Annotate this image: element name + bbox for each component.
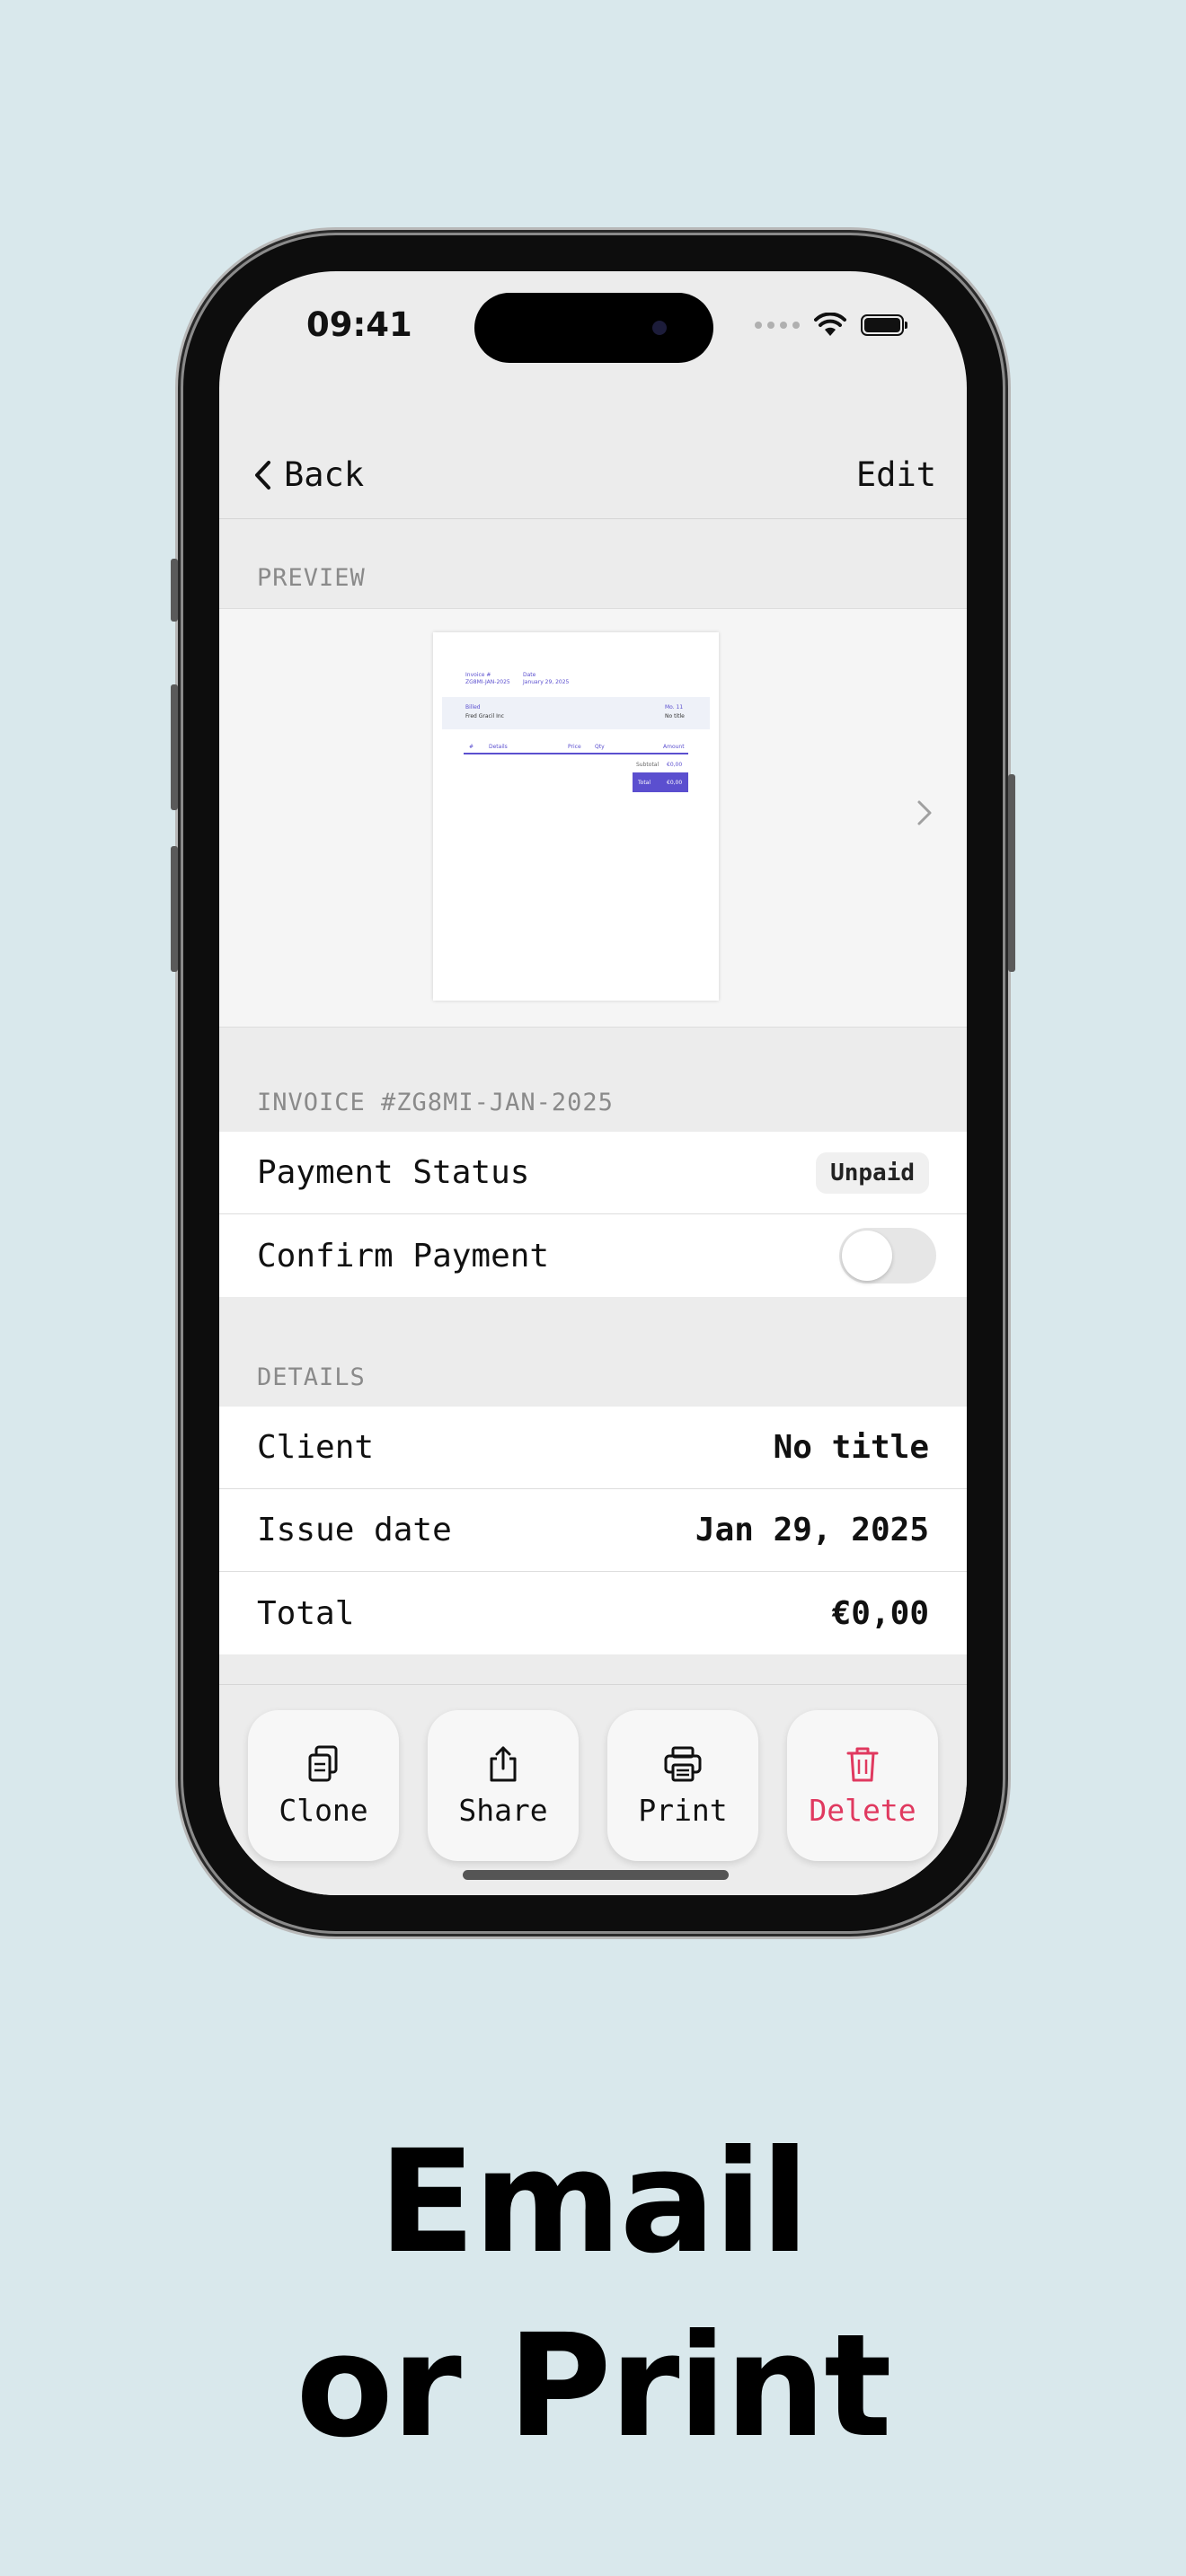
- battery-icon: [861, 314, 907, 336]
- edit-button[interactable]: Edit: [856, 455, 936, 494]
- print-icon: [664, 1746, 702, 1781]
- share-icon: [490, 1746, 517, 1781]
- status-icons: [755, 313, 907, 338]
- share-label: Share: [458, 1792, 548, 1828]
- details-group: Client No title Issue date Jan 29, 2025 …: [219, 1407, 967, 1654]
- status-time: 09:41: [306, 305, 412, 344]
- toggle-knob: [842, 1231, 892, 1281]
- print-label: Print: [638, 1792, 728, 1828]
- back-button[interactable]: Back: [253, 455, 364, 494]
- doc-col-amount: Amount: [663, 744, 685, 750]
- trash-icon: [846, 1747, 879, 1781]
- issue-date-value: Jan 29, 2025: [695, 1512, 929, 1548]
- clone-button[interactable]: Clone: [248, 1710, 399, 1861]
- action-bar: Clone Share Print Delete: [219, 1684, 967, 1895]
- invoice-section-label: INVOICE #ZG8MI-JAN-2025: [257, 1089, 614, 1116]
- phone-frame: 09:41 Back Edit PREVIEW Invoice # ZG8MI-…: [171, 235, 1015, 1931]
- camera-icon: [652, 321, 667, 335]
- invoice-status-group: Payment Status Unpaid Confirm Payment: [219, 1132, 967, 1297]
- power-button: [1008, 774, 1015, 972]
- clone-icon: [308, 1745, 338, 1781]
- print-button[interactable]: Print: [607, 1710, 758, 1861]
- invoice-preview-area[interactable]: Invoice # ZG8MI-JAN-2025 Date January 29…: [219, 608, 967, 1028]
- doc-subtotal-label: Subtotal: [636, 762, 659, 768]
- signal-dots-icon: [755, 322, 800, 329]
- payment-status-badge: Unpaid: [816, 1151, 929, 1194]
- doc-invoice-number: ZG8MI-JAN-2025: [465, 679, 510, 685]
- doc-col-num: #: [469, 744, 474, 750]
- doc-invoice-label: Invoice #: [465, 672, 491, 678]
- back-label: Back: [284, 455, 365, 494]
- doc-col-qty: Qty: [595, 744, 605, 750]
- volume-up-button: [171, 684, 178, 810]
- navigation-bar: Back Edit: [219, 410, 967, 519]
- doc-col-details: Details: [489, 744, 508, 750]
- invoice-preview-document[interactable]: Invoice # ZG8MI-JAN-2025 Date January 29…: [433, 632, 719, 1001]
- doc-bill-to: Fred Gracil Inc: [465, 713, 504, 719]
- headline-line-2: or Print: [296, 2304, 891, 2469]
- doc-date-label: Date: [523, 672, 536, 678]
- doc-subtotal-value: €0,00: [667, 762, 683, 768]
- client-value: No title: [773, 1429, 929, 1466]
- preview-section-label: PREVIEW: [257, 564, 366, 592]
- confirm-payment-toggle[interactable]: [839, 1228, 936, 1284]
- delete-button[interactable]: Delete: [787, 1710, 938, 1861]
- doc-right-top: Mo. 11: [665, 704, 684, 710]
- client-label: Client: [257, 1429, 375, 1466]
- volume-down-button: [171, 846, 178, 972]
- confirm-payment-row: Confirm Payment: [219, 1214, 967, 1297]
- issue-date-label: Issue date: [257, 1512, 452, 1548]
- chevron-right-icon[interactable]: [916, 799, 933, 826]
- status-bar: 09:41: [219, 271, 967, 388]
- clone-label: Clone: [279, 1792, 368, 1828]
- chevron-left-icon: [255, 460, 270, 490]
- wifi-icon: [814, 313, 846, 336]
- delete-label: Delete: [809, 1792, 916, 1828]
- doc-total-label: Total: [638, 780, 651, 786]
- home-indicator[interactable]: [463, 1870, 729, 1880]
- doc-header-rule: [464, 753, 688, 754]
- client-row: Client No title: [219, 1407, 967, 1489]
- issue-date-row: Issue date Jan 29, 2025: [219, 1489, 967, 1572]
- doc-total-value: €0,00: [667, 780, 683, 786]
- total-value: €0,00: [831, 1594, 929, 1632]
- app-screen: 09:41 Back Edit PREVIEW Invoice # ZG8MI-…: [219, 271, 967, 1895]
- dynamic-island: [474, 293, 713, 363]
- payment-status-row[interactable]: Payment Status Unpaid: [219, 1132, 967, 1214]
- doc-right-sub: No title: [665, 713, 685, 719]
- doc-bill-label: Billed: [465, 704, 481, 710]
- mute-switch: [171, 559, 178, 622]
- share-button[interactable]: Share: [428, 1710, 579, 1861]
- details-section-label: DETAILS: [257, 1363, 366, 1391]
- payment-status-label: Payment Status: [257, 1154, 530, 1191]
- total-row: Total €0,00: [219, 1572, 967, 1654]
- doc-col-price: Price: [568, 744, 581, 750]
- total-label: Total: [257, 1594, 355, 1632]
- confirm-payment-label: Confirm Payment: [257, 1237, 550, 1275]
- headline-line-1: Email: [378, 2120, 810, 2285]
- doc-date-value: January 29, 2025: [523, 679, 570, 685]
